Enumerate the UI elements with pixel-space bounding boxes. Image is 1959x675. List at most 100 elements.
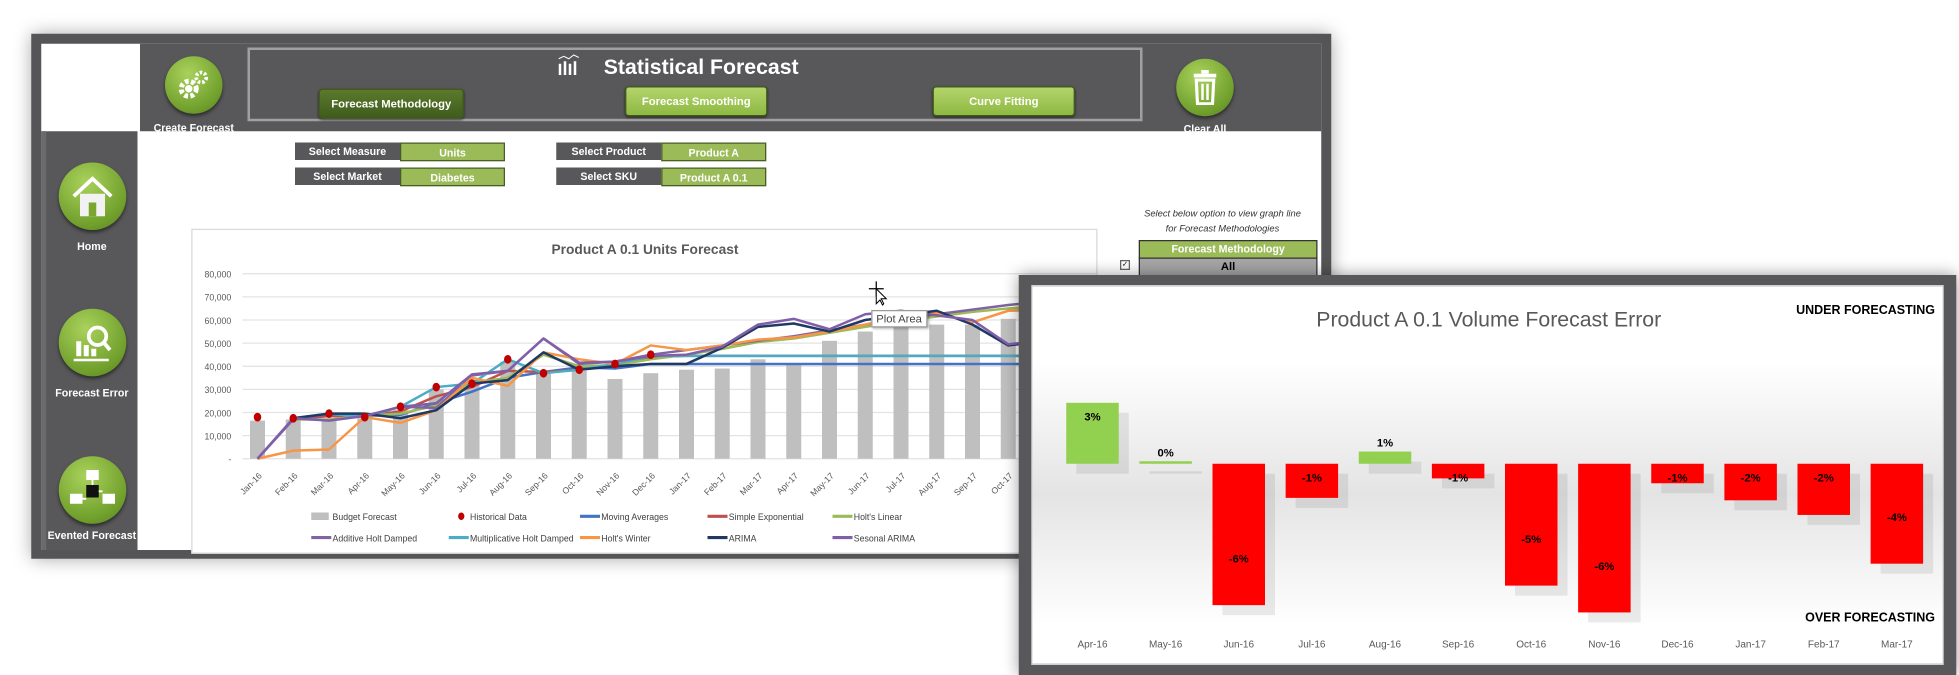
legend-item: Budget Forecast	[311, 512, 397, 522]
bar-data-label: 1%	[1377, 438, 1393, 450]
x-tick-label: Jul-17	[883, 471, 907, 495]
gears-icon	[165, 56, 223, 114]
legend-label: Historical Data	[470, 512, 527, 522]
product-select[interactable]: Product A	[661, 142, 767, 162]
x-tick-label: Nov-16	[1588, 640, 1621, 651]
budget-bar	[643, 373, 659, 459]
budget-bar	[357, 418, 373, 459]
historical-data-point	[647, 350, 655, 360]
budget-bar	[965, 324, 980, 459]
move-cursor-icon	[868, 281, 889, 312]
bar-data-label: -6%	[1594, 561, 1614, 573]
hint-line-2: for Forecast Methodologies	[1165, 222, 1280, 234]
market-label: Select Market	[295, 167, 400, 185]
legend-item: Historical Data	[458, 512, 527, 522]
clear-all-button[interactable]: Clear All	[1168, 58, 1243, 137]
x-tick-label: Aug-16	[1369, 640, 1402, 651]
legend-label: Holt's Linear	[854, 512, 902, 522]
page-title: Statistical Forecast	[603, 55, 799, 79]
tab-forecast-methodology[interactable]: Forecast Methodology	[318, 88, 464, 119]
evented-forecast-icon	[58, 456, 127, 524]
historical-data-point	[504, 354, 512, 364]
legend-label: Multiplicative Holt Damped	[470, 533, 574, 543]
sku-select[interactable]: Product A 0.1	[661, 167, 767, 187]
legend-marker	[458, 512, 465, 520]
x-tick-label: Jun-16	[1223, 640, 1254, 651]
sidebar-item-label: Evented Forecast	[47, 528, 137, 542]
trash-icon	[1176, 58, 1234, 117]
bar-data-label: -4%	[1887, 512, 1907, 524]
units-forecast-svg: Product A 0.1 Units Forecast - 10,000 20,0…	[204, 242, 1097, 543]
product-label: Select Product	[556, 142, 662, 160]
sidebar-item-label: Forecast Error	[55, 386, 129, 399]
x-tick-label: Jun-17	[846, 471, 872, 497]
methodology-hint: Select below option to view graph line f…	[1123, 206, 1323, 236]
y-tick-label: 10,000	[204, 431, 231, 441]
bar-data-label: 0%	[1157, 447, 1173, 459]
historical-data-point	[361, 412, 369, 422]
methodology-option-all[interactable]: All	[1138, 257, 1318, 277]
sidebar-item-home[interactable]: Home	[46, 162, 137, 254]
tab-forecast-smoothing[interactable]: Forecast Smoothing	[625, 86, 768, 117]
x-tick-label: Apr-16	[346, 471, 372, 497]
budget-bar	[464, 384, 480, 459]
measure-select[interactable]: Units	[400, 142, 505, 162]
x-tick-label: Mar-16	[309, 471, 336, 498]
x-tick-label: Jan-16	[238, 471, 264, 497]
bar-shadow	[1149, 471, 1202, 474]
x-tick-label: Jun-16	[417, 471, 443, 497]
budget-bar	[750, 359, 766, 459]
x-tick-label: Dec-16	[630, 471, 657, 498]
bar-data-label: -6%	[1229, 554, 1249, 566]
error-bar	[1139, 461, 1192, 464]
x-tick-label: Jul-16	[454, 471, 478, 495]
bar-data-label: -1%	[1448, 472, 1468, 484]
over-forecasting-label: OVER FORECASTING	[1805, 610, 1935, 624]
y-tick-label: 60,000	[204, 316, 231, 326]
market-select[interactable]: Diabetes	[400, 167, 505, 187]
y-tick-label: 50,000	[204, 339, 231, 349]
title-panel: Statistical Forecast Forecast Methodolog…	[247, 47, 1143, 122]
bar-data-label: 3%	[1084, 411, 1100, 423]
plot-area-tooltip: Plot Area	[871, 310, 927, 328]
x-tick-label: Sep-17	[952, 471, 979, 498]
tab-curve-fitting[interactable]: Curve Fitting	[932, 86, 1075, 117]
error-bar	[1505, 463, 1558, 586]
x-tick-label: Jan-17	[1735, 640, 1766, 651]
bar-data-label: -2%	[1741, 472, 1761, 484]
x-tick-label: Jul-16	[1298, 640, 1326, 651]
legend-label: Simple Exponential	[729, 512, 804, 522]
bar-data-label: -1%	[1667, 472, 1687, 484]
all-checkbox[interactable]: ✓	[1120, 260, 1130, 270]
historical-data-point	[432, 382, 440, 392]
x-tick-label: Oct-16	[1516, 640, 1546, 651]
x-tick-label: May-16	[1149, 640, 1183, 651]
historical-data-point	[289, 413, 297, 423]
x-tick-label: Apr-16	[1077, 640, 1107, 651]
sidebar-item-forecast-error[interactable]: Forecast Error	[46, 308, 137, 400]
historical-data-point	[468, 379, 476, 388]
units-forecast-chart: Product A 0.1 Units Forecast - 10,000 20,0…	[191, 228, 1098, 554]
forecast-error-svg: Product A 0.1 Volume Forecast Error UNDE…	[1066, 303, 1935, 651]
historical-data-point	[325, 409, 333, 419]
create-forecast-button[interactable]: Create Forecast	[154, 56, 234, 135]
chart-title: Product A 0.1 Units Forecast	[552, 242, 739, 257]
y-tick-label: 30,000	[204, 385, 231, 395]
legend-item: Simple Exponential	[707, 512, 804, 522]
y-tick-label: 70,000	[204, 293, 231, 303]
bar-data-label: -1%	[1302, 472, 1322, 484]
budget-bar	[607, 378, 623, 459]
budget-bar	[822, 340, 837, 459]
budget-bar	[714, 368, 730, 459]
sidebar-item-evented-forecast[interactable]: Evented Forecast	[46, 456, 137, 542]
legend-item: Holt's Winter	[580, 533, 651, 543]
x-tick-label: Oct-17	[989, 471, 1015, 497]
error-bar	[1578, 463, 1631, 613]
sidebar-item-label: Home	[77, 240, 107, 253]
legend-label: Sesonal ARIMA	[854, 533, 915, 543]
x-tick-label: Feb-17	[1808, 640, 1840, 651]
sku-label: Select SKU	[556, 167, 662, 185]
create-forecast-label: Create Forecast	[153, 121, 234, 134]
x-tick-label: May-16	[379, 471, 407, 499]
error-bar	[1358, 451, 1412, 464]
